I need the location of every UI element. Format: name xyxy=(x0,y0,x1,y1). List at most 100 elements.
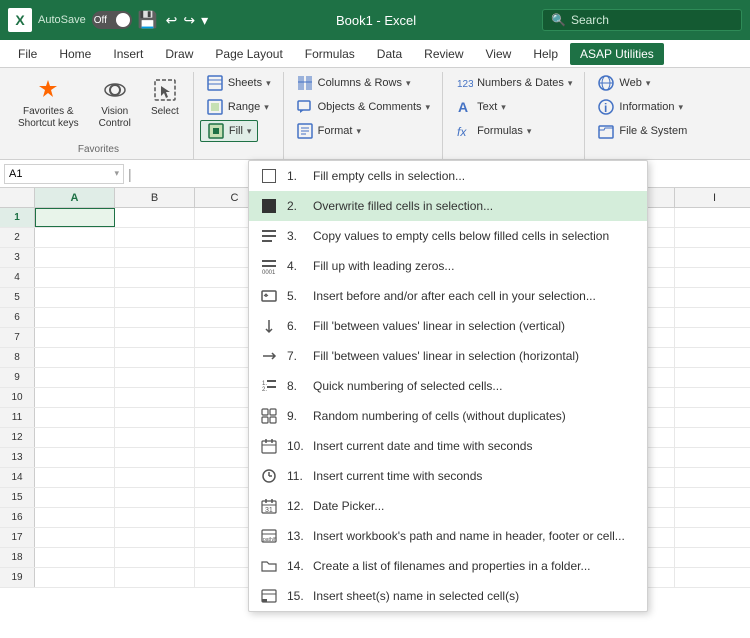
dropdown-item-3[interactable]: 3. Copy values to empty cells below fill… xyxy=(249,221,647,251)
menu-page-layout[interactable]: Page Layout xyxy=(205,43,292,65)
information-icon: i xyxy=(597,98,615,116)
dropdown-item-15[interactable]: 15. Insert sheet(s) name in selected cel… xyxy=(249,581,647,611)
folder-icon xyxy=(259,556,279,576)
dropdown-item-8[interactable]: 1.2. 8. Quick numbering of selected cell… xyxy=(249,371,647,401)
information-button[interactable]: i Information ▾ xyxy=(591,96,689,118)
dropdown-item-12[interactable]: 31 12. Date Picker... xyxy=(249,491,647,521)
menu-review[interactable]: Review xyxy=(414,43,473,65)
menu-view[interactable]: View xyxy=(476,43,522,65)
file-system-button[interactable]: File & System xyxy=(591,120,693,142)
svg-text:fx: fx xyxy=(457,125,467,139)
sheets-dropdown-arrow: ▾ xyxy=(266,78,271,89)
toggle-off-text: Off xyxy=(94,15,107,26)
item-15-label: Insert sheet(s) name in selected cell(s) xyxy=(313,589,519,603)
fill-button[interactable]: Fill ▾ xyxy=(200,120,259,142)
ribbon-group-web: Web ▾ i Information ▾ File & System xyxy=(585,72,699,159)
fill-icon xyxy=(207,122,225,140)
undo-dropdown[interactable]: ▾ xyxy=(199,10,210,31)
item-14-num: 14. xyxy=(287,559,305,573)
web-dropdown: ▾ xyxy=(646,78,651,89)
favorites-buttons: Favorites &Shortcut keys VisionControl xyxy=(10,72,187,142)
menu-formulas[interactable]: Formulas xyxy=(295,43,365,65)
item-9-label: Random numbering of cells (without dupli… xyxy=(313,409,566,423)
row-num-1: 1 xyxy=(0,208,35,227)
random-numbering-icon xyxy=(259,406,279,426)
col-header-I[interactable]: I xyxy=(675,188,750,207)
menu-help[interactable]: Help xyxy=(523,43,568,65)
favorites-icon xyxy=(34,76,62,104)
autosave-toggle[interactable]: Off xyxy=(92,11,132,29)
name-box-dropdown[interactable]: ▾ xyxy=(114,168,119,179)
dropdown-item-10[interactable]: 10. Insert current date and time with se… xyxy=(249,431,647,461)
dropdown-item-2[interactable]: 2. Overwrite filled cells in selection..… xyxy=(249,191,647,221)
dropdown-item-5[interactable]: 5. Insert before and/or after each cell … xyxy=(249,281,647,311)
range-dropdown-arrow: ▾ xyxy=(264,102,269,113)
cell-B1[interactable] xyxy=(115,208,195,227)
date-picker-icon: 31 xyxy=(259,496,279,516)
text-dropdown: ▾ xyxy=(501,102,506,113)
dropdown-item-7[interactable]: 7. Fill 'between values' linear in selec… xyxy=(249,341,647,371)
item-1-num: 1. xyxy=(287,169,305,183)
item-15-num: 15. xyxy=(287,589,305,603)
file-system-label: File & System xyxy=(619,125,687,137)
select-button[interactable]: Select xyxy=(143,72,187,121)
objects-comments-icon xyxy=(296,98,314,116)
columns-rows-button[interactable]: Columns & Rows ▾ xyxy=(290,72,417,94)
formulas-button[interactable]: fx Formulas ▾ xyxy=(449,120,537,142)
favorites-button[interactable]: Favorites &Shortcut keys xyxy=(10,72,87,134)
item-5-num: 5. xyxy=(287,289,305,303)
dropdown-item-6[interactable]: 6. Fill 'between values' linear in selec… xyxy=(249,311,647,341)
undo-redo: ↩ ↪ ▾ xyxy=(164,10,211,31)
web-button[interactable]: Web ▾ xyxy=(591,72,656,94)
item-2-label: Overwrite filled cells in selection... xyxy=(313,199,493,213)
fill-overwrite-icon xyxy=(259,196,279,216)
col-header-B[interactable]: B xyxy=(115,188,195,207)
date-time-icon xyxy=(259,436,279,456)
cell-I1[interactable] xyxy=(675,208,750,227)
text-icon: A xyxy=(455,98,473,116)
dropdown-item-4[interactable]: 0001 4. Fill up with leading zeros... xyxy=(249,251,647,281)
cell-A1[interactable] xyxy=(35,208,115,227)
ribbon-group-numbers: 123 Numbers & Dates ▾ A Text ▾ fx Formul… xyxy=(443,72,585,159)
redo-button[interactable]: ↪ xyxy=(181,10,197,31)
fill-dropdown-arrow: ▾ xyxy=(247,126,252,137)
search-placeholder: Search xyxy=(571,13,609,27)
menu-insert[interactable]: Insert xyxy=(103,43,153,65)
dropdown-item-9[interactable]: 9. Random numbering of cells (without du… xyxy=(249,401,647,431)
ribbon-group-columns: Columns & Rows ▾ Objects & Comments ▾ xyxy=(284,72,443,159)
sheets-button[interactable]: Sheets ▾ xyxy=(200,72,277,94)
vision-button[interactable]: VisionControl xyxy=(91,72,139,134)
format-button[interactable]: Format ▾ xyxy=(290,120,367,142)
workbook-path-icon: path/file xyxy=(259,526,279,546)
undo-button[interactable]: ↩ xyxy=(164,10,180,31)
dropdown-item-13[interactable]: path/file 13. Insert workbook's path and… xyxy=(249,521,647,551)
menu-file[interactable]: File xyxy=(8,43,47,65)
objects-comments-button[interactable]: Objects & Comments ▾ xyxy=(290,96,436,118)
menu-data[interactable]: Data xyxy=(367,43,412,65)
menu-draw[interactable]: Draw xyxy=(155,43,203,65)
autosave-label: AutoSave xyxy=(38,14,86,26)
numbers-dates-button[interactable]: 123 Numbers & Dates ▾ xyxy=(449,72,578,94)
dropdown-item-11[interactable]: 11. Insert current time with seconds xyxy=(249,461,647,491)
search-box[interactable]: 🔍 Search xyxy=(542,9,742,31)
name-box[interactable]: A1 ▾ xyxy=(4,164,124,184)
dropdown-item-1[interactable]: 1. Fill empty cells in selection... xyxy=(249,161,647,191)
vision-label: VisionControl xyxy=(99,106,131,130)
columns-rows-icon xyxy=(296,74,314,92)
range-button[interactable]: Range ▾ xyxy=(200,96,275,118)
dropdown-item-14[interactable]: 14. Create a list of filenames and prope… xyxy=(249,551,647,581)
toggle-knob xyxy=(116,13,130,27)
item-3-num: 3. xyxy=(287,229,305,243)
formulas-icon: fx xyxy=(455,122,473,140)
menu-home[interactable]: Home xyxy=(49,43,101,65)
svg-text:0001: 0001 xyxy=(262,270,276,274)
svg-text:31: 31 xyxy=(265,507,273,514)
save-icon[interactable]: 💾 xyxy=(138,10,158,30)
text-button[interactable]: A Text ▾ xyxy=(449,96,512,118)
item-9-num: 9. xyxy=(287,409,305,423)
col-header-A[interactable]: A xyxy=(35,188,115,207)
title-bar-left: X AutoSave Off 💾 ↩ ↪ ▾ xyxy=(8,8,210,32)
item-3-label: Copy values to empty cells below filled … xyxy=(313,229,609,243)
menu-asap[interactable]: ASAP Utilities xyxy=(570,43,664,65)
item-6-label: Fill 'between values' linear in selectio… xyxy=(313,319,565,333)
